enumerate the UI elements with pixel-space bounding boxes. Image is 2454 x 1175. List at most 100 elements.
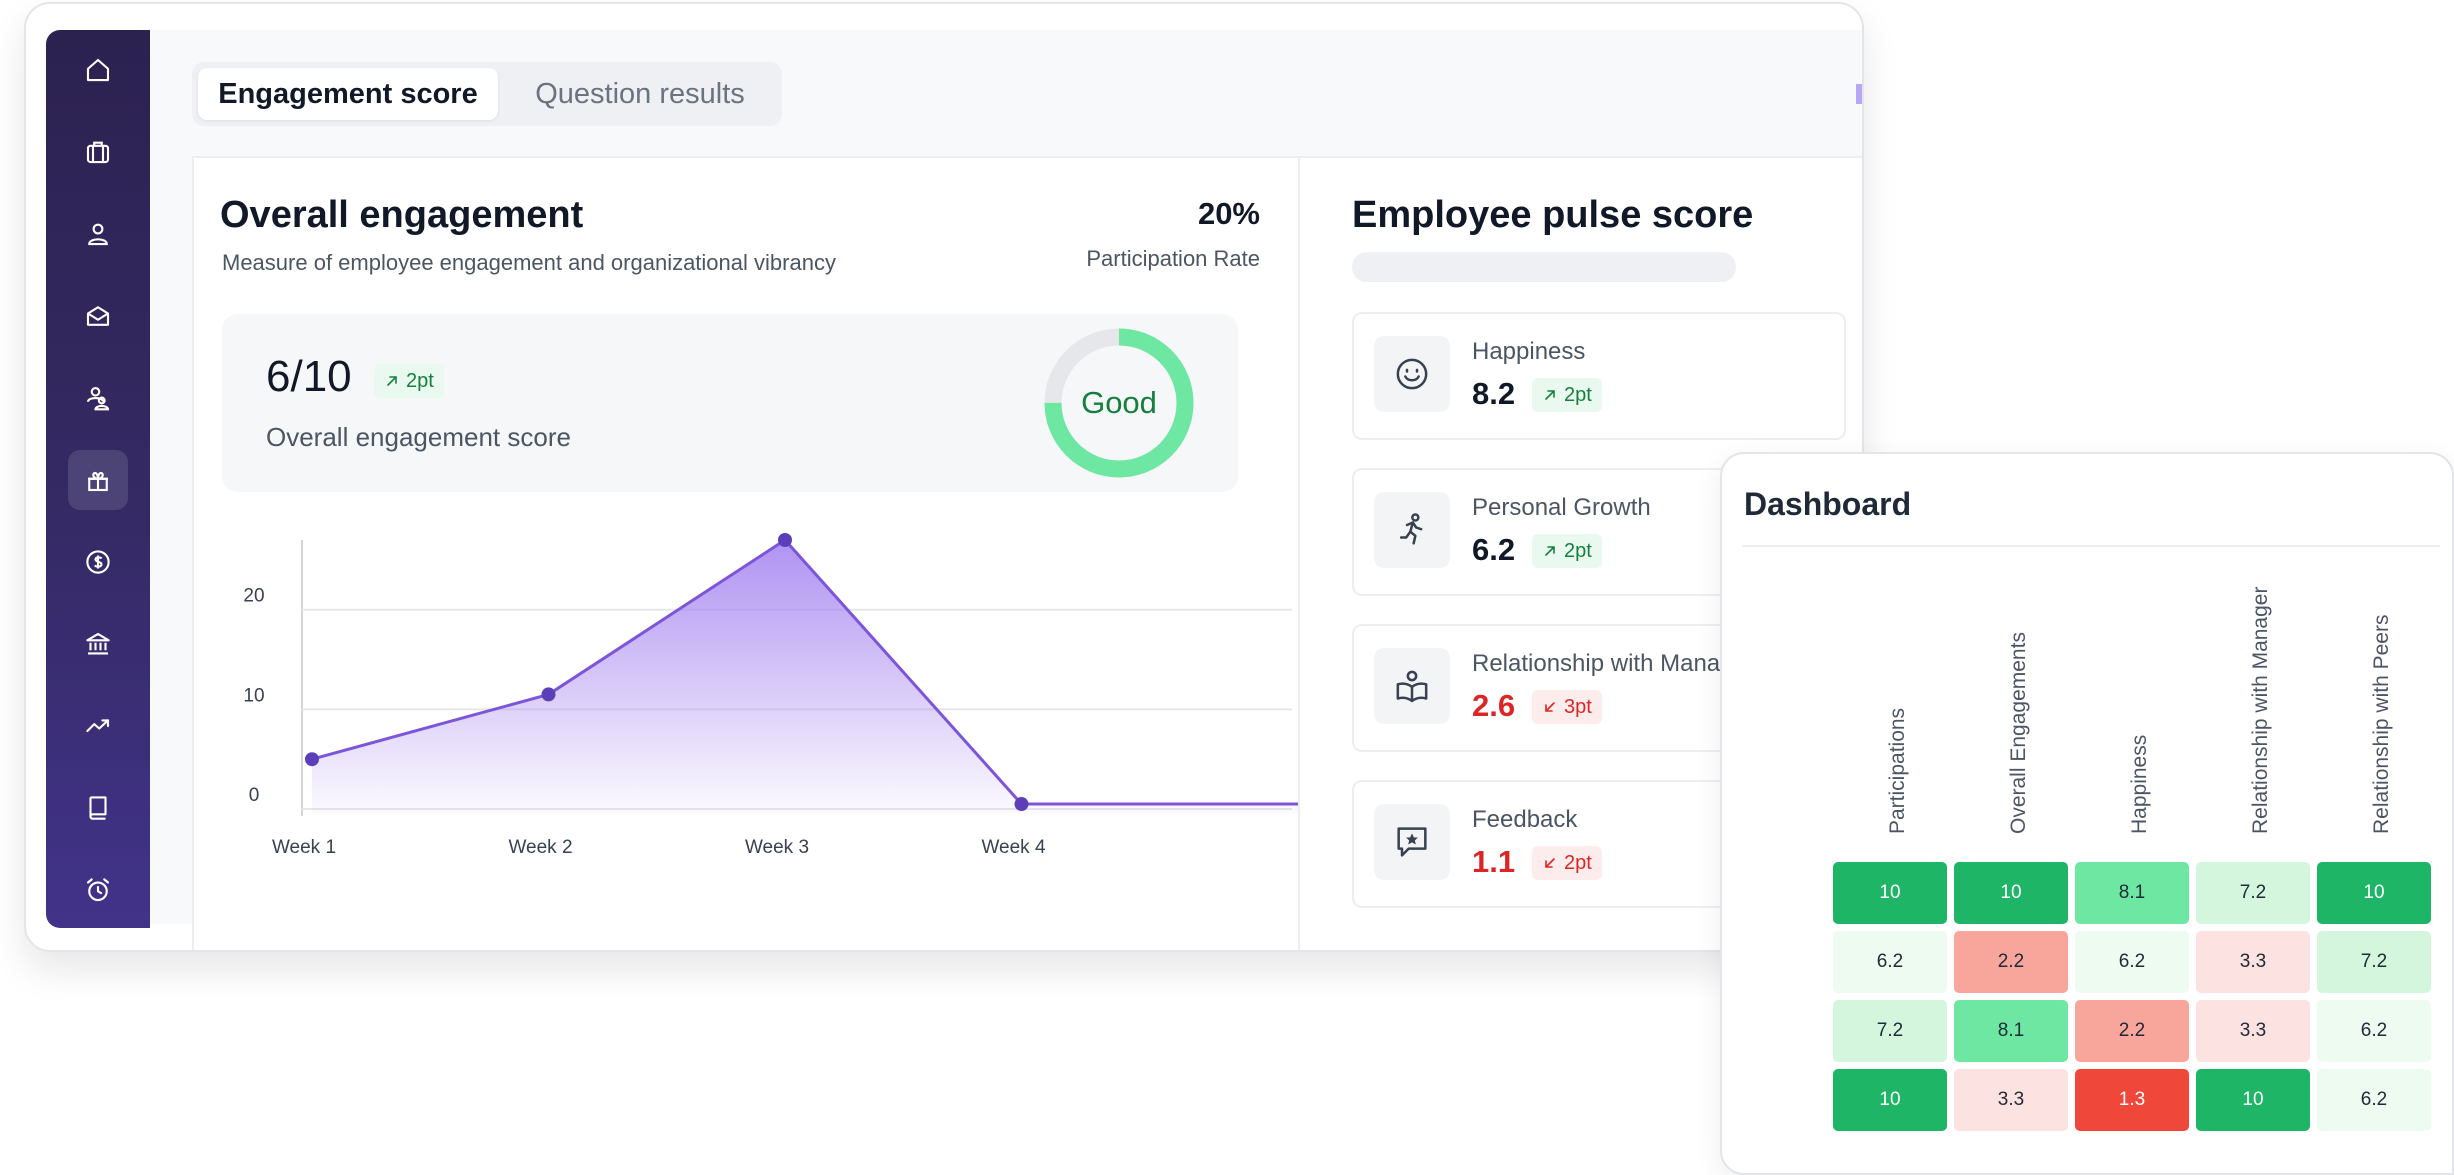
nav-team[interactable] (68, 368, 128, 428)
heatmap-cell[interactable]: 10 (1833, 1069, 1947, 1131)
pulse-icon-box (1374, 648, 1450, 724)
chart-point (305, 752, 319, 767)
offscreen-button-edge[interactable] (1856, 84, 1862, 104)
chart-x-tick-label: Week 2 (508, 837, 572, 858)
team-icon (86, 386, 110, 411)
briefcase-icon (86, 141, 110, 164)
pulse-card-happiness[interactable]: Happiness 8.2 2pt (1352, 312, 1846, 440)
pulse-trend-text: 2pt (1564, 851, 1592, 874)
running-person-icon (1399, 513, 1423, 545)
pulse-label: Relationship with Manager (1472, 650, 1755, 677)
heatmap-cell[interactable]: 7.2 (2196, 862, 2310, 924)
dashboard-panel: Dashboard Participations Overall Engagem… (1720, 452, 2454, 1175)
pulse-value: 6.2 (1472, 532, 1516, 567)
heatmap-cell[interactable]: 7.2 (1833, 1000, 1947, 1062)
heatmap-cell[interactable]: 7.2 (2317, 931, 2431, 993)
heatmap-cell[interactable]: 3.3 (2196, 1000, 2310, 1062)
chart-y-tick-label: 20 (243, 586, 264, 607)
alarm-clock-icon (86, 878, 110, 902)
nav-user[interactable] (68, 204, 128, 264)
pulse-trend-badge: 2pt (1532, 846, 1602, 880)
nav-alarm[interactable] (68, 860, 128, 920)
heatmap-cell[interactable]: 10 (2317, 862, 2431, 924)
nav-mail[interactable] (68, 286, 128, 346)
chart-y-tick-label: 0 (249, 785, 260, 806)
column-header-text: Happiness (2128, 734, 2151, 834)
chart-point (1014, 797, 1029, 812)
heatmap-cell[interactable]: 3.3 (2196, 931, 2310, 993)
panel-divider (1298, 158, 1300, 950)
mail-icon (86, 306, 110, 326)
dashboard-title: Dashboard (1744, 486, 1912, 522)
nav-trending[interactable] (68, 696, 128, 756)
main-area: Engagement score Question results Overal… (150, 30, 1862, 950)
book-icon (89, 796, 107, 820)
column-header-text: Relationship with Manager (2249, 586, 2272, 834)
nav-book[interactable] (68, 778, 128, 838)
chart-x-tick-label: Week 4 (981, 837, 1046, 858)
heatmap-cell[interactable]: 6.2 (1833, 931, 1947, 993)
engagement-chart: 0 10 20 Week 1 Week 2 Week 3 Week 4 (243, 533, 1298, 858)
app-window: Engagement score Question results Overal… (24, 2, 1864, 952)
column-header-text: Participations (1886, 707, 1909, 834)
heatmap-cell[interactable]: 2.2 (1954, 931, 2068, 993)
heatmap-cell[interactable]: 6.2 (2075, 931, 2189, 993)
engagement-score-badge-text: 2pt (406, 369, 434, 392)
nav-home[interactable] (68, 40, 128, 100)
participation-rate-label: Participation Rate (1086, 246, 1260, 271)
overall-engagement-subtitle: Measure of employee engagement and organ… (222, 250, 836, 275)
tab-bar: Engagement score Question results (192, 62, 782, 126)
pulse-title: Employee pulse score (1352, 194, 1754, 236)
arrow-up-right-icon (1545, 390, 1555, 400)
heatmap-cell[interactable]: 3.3 (1954, 1069, 2068, 1131)
pulse-trend-badge: 2pt (1532, 378, 1602, 412)
pulse-loading-bar (1352, 252, 1736, 282)
bank-icon (86, 632, 110, 655)
tab-question-results[interactable]: Question results (512, 68, 768, 120)
pulse-label: Happiness (1472, 338, 1586, 365)
trending-up-icon (86, 719, 110, 733)
heatmap-cell[interactable]: 10 (1833, 862, 1947, 924)
heatmap-cell[interactable]: 10 (1954, 862, 2068, 924)
heatmap-cell[interactable]: 2.2 (2075, 1000, 2189, 1062)
pulse-value: 2.6 (1472, 688, 1516, 723)
dollar-icon (86, 550, 110, 574)
pulse-trend-text: 3pt (1564, 695, 1592, 718)
pulse-trend-badge: 2pt (1532, 534, 1602, 568)
smile-icon (1396, 358, 1428, 390)
tab-engagement-score[interactable]: Engagement score (198, 68, 498, 120)
engagement-content: Overall engagement Measure of employee e… (192, 156, 1862, 950)
engagement-score-card: 6/10 2pt Overall engagement score Good (222, 314, 1238, 492)
heatmap-cell[interactable]: 6.2 (2317, 1000, 2431, 1062)
heatmap-cell[interactable]: 8.1 (2075, 862, 2189, 924)
pulse-trend-badge: 3pt (1532, 690, 1602, 724)
pulse-label: Personal Growth (1472, 494, 1651, 521)
engagement-score-badge: 2pt (374, 364, 444, 398)
chart-x-tick-label: Week 3 (745, 837, 809, 858)
engagement-score-value: 6/10 (266, 352, 352, 401)
sidebar-nav (46, 30, 150, 928)
nav-bank[interactable] (68, 614, 128, 674)
pulse-icon-box (1374, 336, 1450, 412)
gift-icon (88, 471, 108, 492)
arrow-down-left-icon (1545, 858, 1555, 868)
nav-dollar[interactable] (68, 532, 128, 592)
open-book-person-icon (1396, 670, 1428, 703)
chart-point (541, 687, 556, 702)
pulse-value: 1.1 (1472, 844, 1516, 879)
heatmap-cell[interactable]: 6.2 (2317, 1069, 2431, 1131)
user-icon (88, 223, 108, 246)
chart-x-tick-label: Week 1 (272, 837, 336, 858)
pulse-trend-text: 2pt (1564, 539, 1592, 562)
overall-engagement-title: Overall engagement (220, 194, 584, 236)
pulse-icon-box (1374, 492, 1450, 568)
nav-briefcase[interactable] (68, 122, 128, 182)
heatmap-cell[interactable]: 10 (2196, 1069, 2310, 1131)
participation-rate-value: 20% (1197, 196, 1260, 231)
arrow-up-right-icon (387, 376, 397, 386)
heatmap-cell[interactable]: 8.1 (1954, 1000, 2068, 1062)
heatmap-cell[interactable]: 1.3 (2075, 1069, 2189, 1131)
nav-gift[interactable] (68, 450, 128, 510)
arrow-down-left-icon (1545, 702, 1555, 712)
star-message-icon (1397, 827, 1427, 857)
